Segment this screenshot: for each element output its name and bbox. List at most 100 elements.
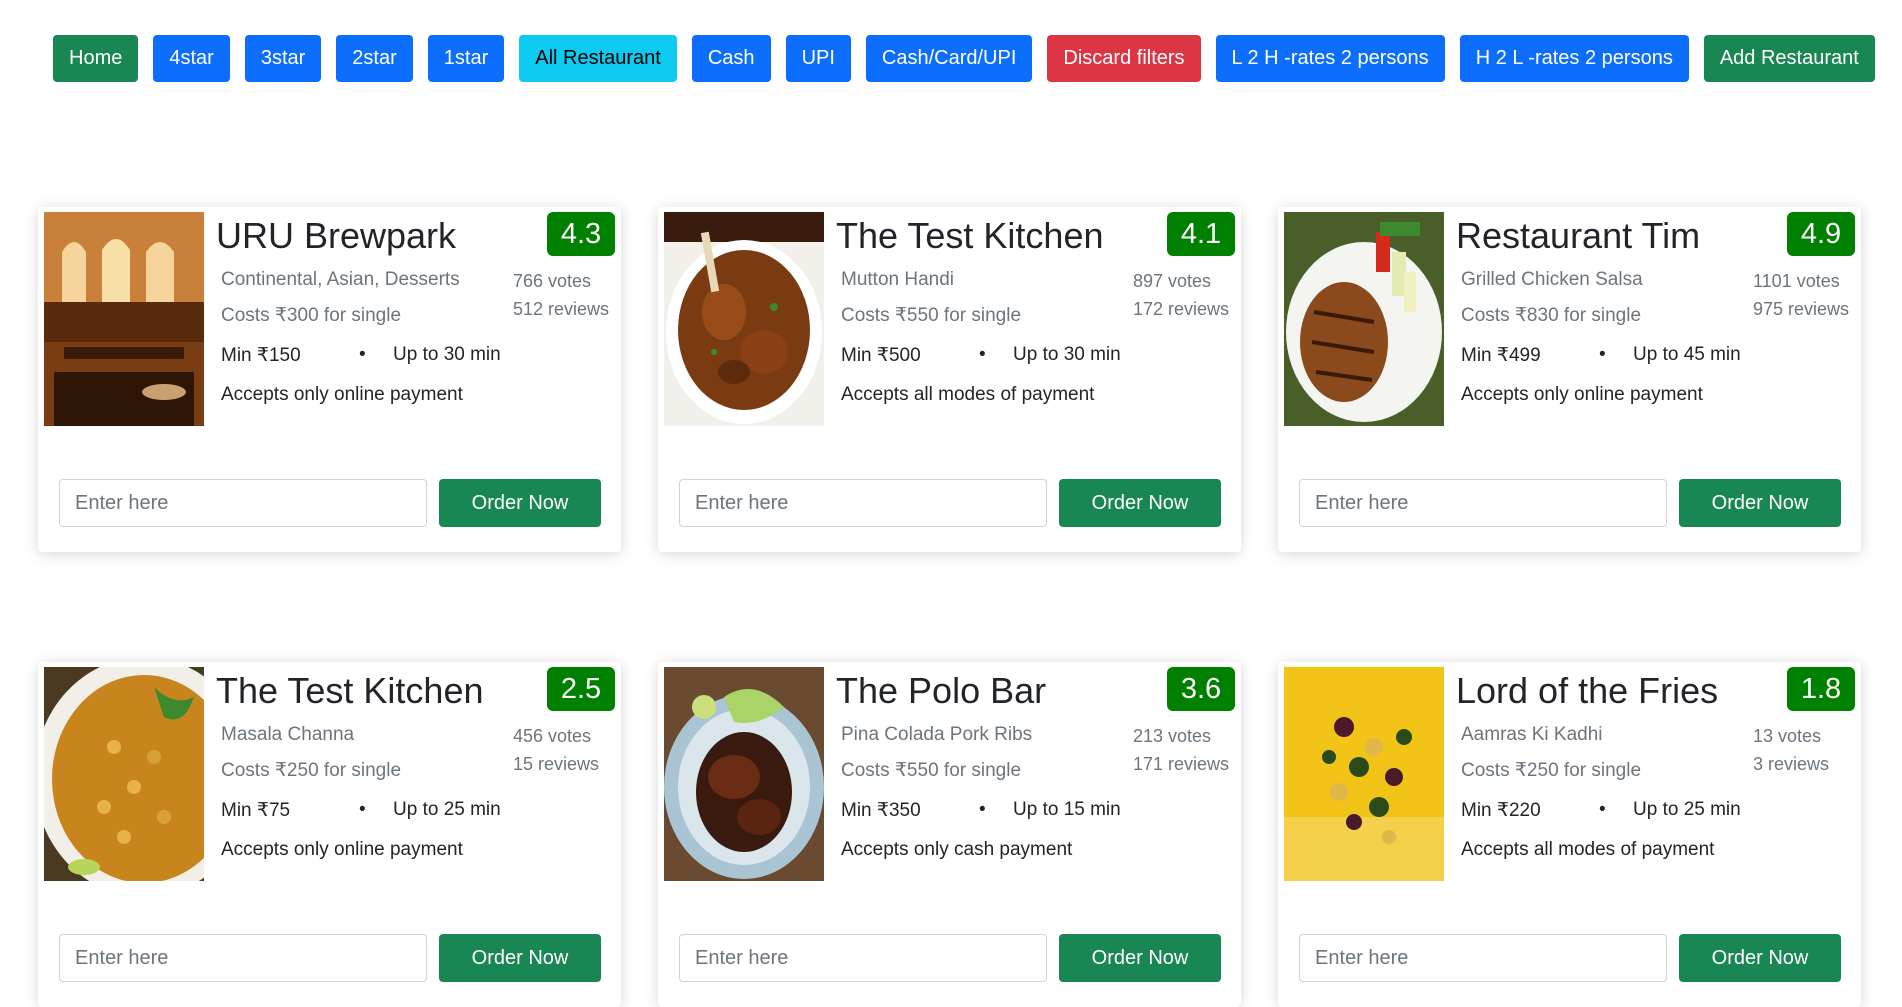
home-button[interactable]: Home [53, 35, 139, 82]
reviews-count: 3 reviews [1753, 754, 1830, 774]
votes-count: 213 votes [1133, 726, 1212, 746]
restaurant-name: The Polo Bar [836, 670, 1047, 711]
votes-block: 456 votes 15 reviews [513, 722, 599, 778]
order-meta: Min ₹150 • Up to 30 min [221, 344, 501, 367]
min-order: Min ₹150 [221, 345, 301, 366]
order-form: Order Now [59, 934, 601, 982]
rating-badge: 4.1 [1167, 212, 1235, 256]
order-input[interactable] [679, 934, 1047, 982]
cost-text: Costs ₹830 for single [1461, 305, 1642, 326]
delivery-time: Up to 30 min [1013, 344, 1121, 365]
order-input[interactable] [1299, 934, 1667, 982]
order-input[interactable] [1299, 479, 1667, 527]
filter-cash-button[interactable]: Cash [691, 35, 771, 82]
order-input[interactable] [59, 479, 427, 527]
order-now-button[interactable]: Order Now [1059, 479, 1221, 527]
grilled-chicken-photo [1284, 212, 1444, 426]
order-now-button[interactable]: Order Now [1059, 934, 1221, 982]
rating-badge: 2.5 [547, 667, 615, 711]
restaurant-card: Restaurant Tim 4.9 Grilled Chicken Salsa… [1278, 207, 1861, 552]
reviews-count: 975 reviews [1753, 299, 1850, 319]
votes-block: 897 votes 172 reviews [1133, 267, 1229, 323]
min-order: Min ₹220 [1461, 800, 1541, 821]
filter-all-payment-button[interactable]: Cash/Card/UPI [865, 35, 1033, 82]
votes-count: 897 votes [1133, 271, 1212, 291]
cost-text: Costs ₹550 for single [841, 305, 1022, 326]
votes-block: 213 votes 171 reviews [1133, 722, 1229, 778]
separator-dot: • [979, 344, 986, 365]
order-meta: Min ₹499 • Up to 45 min [1461, 344, 1741, 367]
order-now-button[interactable]: Order Now [439, 934, 601, 982]
payment-info: Accepts only cash payment [841, 839, 1073, 860]
restaurant-image [664, 212, 824, 426]
restaurant-grid: URU Brewpark 4.3 Continental, Asian, Des… [38, 207, 1861, 1007]
restaurant-card: The Test Kitchen 2.5 Masala Channa Costs… [38, 662, 621, 1007]
cuisine-text: Mutton Handi [841, 269, 955, 290]
discard-filters-button[interactable]: Discard filters [1047, 35, 1201, 82]
order-input[interactable] [59, 934, 427, 982]
order-form: Order Now [679, 479, 1221, 527]
min-order: Min ₹350 [841, 800, 921, 821]
order-now-button[interactable]: Order Now [439, 479, 601, 527]
rating-badge: 4.3 [547, 212, 615, 256]
cost-text: Costs ₹550 for single [841, 760, 1022, 781]
cuisine-text: Grilled Chicken Salsa [1461, 269, 1643, 290]
separator-dot: • [1599, 799, 1606, 820]
payment-info: Accepts only online payment [221, 384, 463, 405]
votes-count: 766 votes [513, 271, 592, 291]
order-form: Order Now [1299, 479, 1841, 527]
cost-text: Costs ₹250 for single [221, 760, 402, 781]
delivery-time: Up to 25 min [393, 799, 501, 820]
separator-dot: • [1599, 344, 1606, 365]
order-form: Order Now [679, 934, 1221, 982]
cuisine-text: Aamras Ki Kadhi [1461, 724, 1603, 745]
min-order: Min ₹75 [221, 800, 291, 821]
order-meta: Min ₹75 • Up to 25 min [221, 799, 501, 822]
votes-block: 766 votes 512 reviews [513, 267, 609, 323]
separator-dot: • [359, 344, 366, 365]
order-now-button[interactable]: Order Now [1679, 934, 1841, 982]
order-input[interactable] [679, 479, 1047, 527]
order-meta: Min ₹500 • Up to 30 min [841, 344, 1121, 367]
restaurant-card: URU Brewpark 4.3 Continental, Asian, Des… [38, 207, 621, 552]
votes-block: 1101 votes 975 reviews [1753, 267, 1849, 323]
votes-count: 13 votes [1753, 726, 1822, 746]
restaurant-name: Restaurant Tim [1456, 215, 1701, 256]
filter-3star-button[interactable]: 3star [244, 35, 322, 82]
add-restaurant-button[interactable]: Add Restaurant [1703, 35, 1875, 82]
sort-low-to-high-button[interactable]: L 2 H -rates 2 persons [1215, 35, 1445, 82]
rating-badge: 4.9 [1787, 212, 1855, 256]
rating-badge: 1.8 [1787, 667, 1855, 711]
votes-block: 13 votes 3 reviews [1753, 722, 1829, 778]
filter-1star-button[interactable]: 1star [427, 35, 505, 82]
payment-info: Accepts only online payment [1461, 384, 1703, 405]
delivery-time: Up to 15 min [1013, 799, 1121, 820]
all-restaurant-button[interactable]: All Restaurant [519, 35, 677, 82]
cost-text: Costs ₹250 for single [1461, 760, 1642, 781]
votes-count: 1101 votes [1753, 271, 1840, 291]
mutton-curry-photo [664, 212, 824, 426]
payment-info: Accepts all modes of payment [841, 384, 1095, 405]
order-form: Order Now [59, 479, 601, 527]
separator-dot: • [979, 799, 986, 820]
filter-2star-button[interactable]: 2star [336, 35, 413, 82]
reviews-count: 15 reviews [513, 754, 600, 774]
reviews-count: 171 reviews [1133, 754, 1230, 774]
restaurant-image [664, 667, 824, 881]
filter-upi-button[interactable]: UPI [785, 35, 851, 82]
cost-text: Costs ₹300 for single [221, 305, 402, 326]
restaurant-image [44, 667, 204, 881]
restaurant-name: Lord of the Fries [1456, 670, 1719, 711]
filter-4star-button[interactable]: 4star [153, 35, 230, 82]
filter-bar: Home 4star 3star 2star 1star All Restaur… [53, 35, 1902, 82]
order-form: Order Now [1299, 934, 1841, 982]
order-now-button[interactable]: Order Now [1679, 479, 1841, 527]
sort-high-to-low-button[interactable]: H 2 L -rates 2 persons [1459, 35, 1689, 82]
payment-info: Accepts all modes of payment [1461, 839, 1715, 860]
restaurant-image [1284, 212, 1444, 426]
order-meta: Min ₹350 • Up to 15 min [841, 799, 1121, 822]
restaurant-image [1284, 667, 1444, 881]
delivery-time: Up to 30 min [393, 344, 501, 365]
restaurant-card: Lord of the Fries 1.8 Aamras Ki Kadhi Co… [1278, 662, 1861, 1007]
rating-badge: 3.6 [1167, 667, 1235, 711]
